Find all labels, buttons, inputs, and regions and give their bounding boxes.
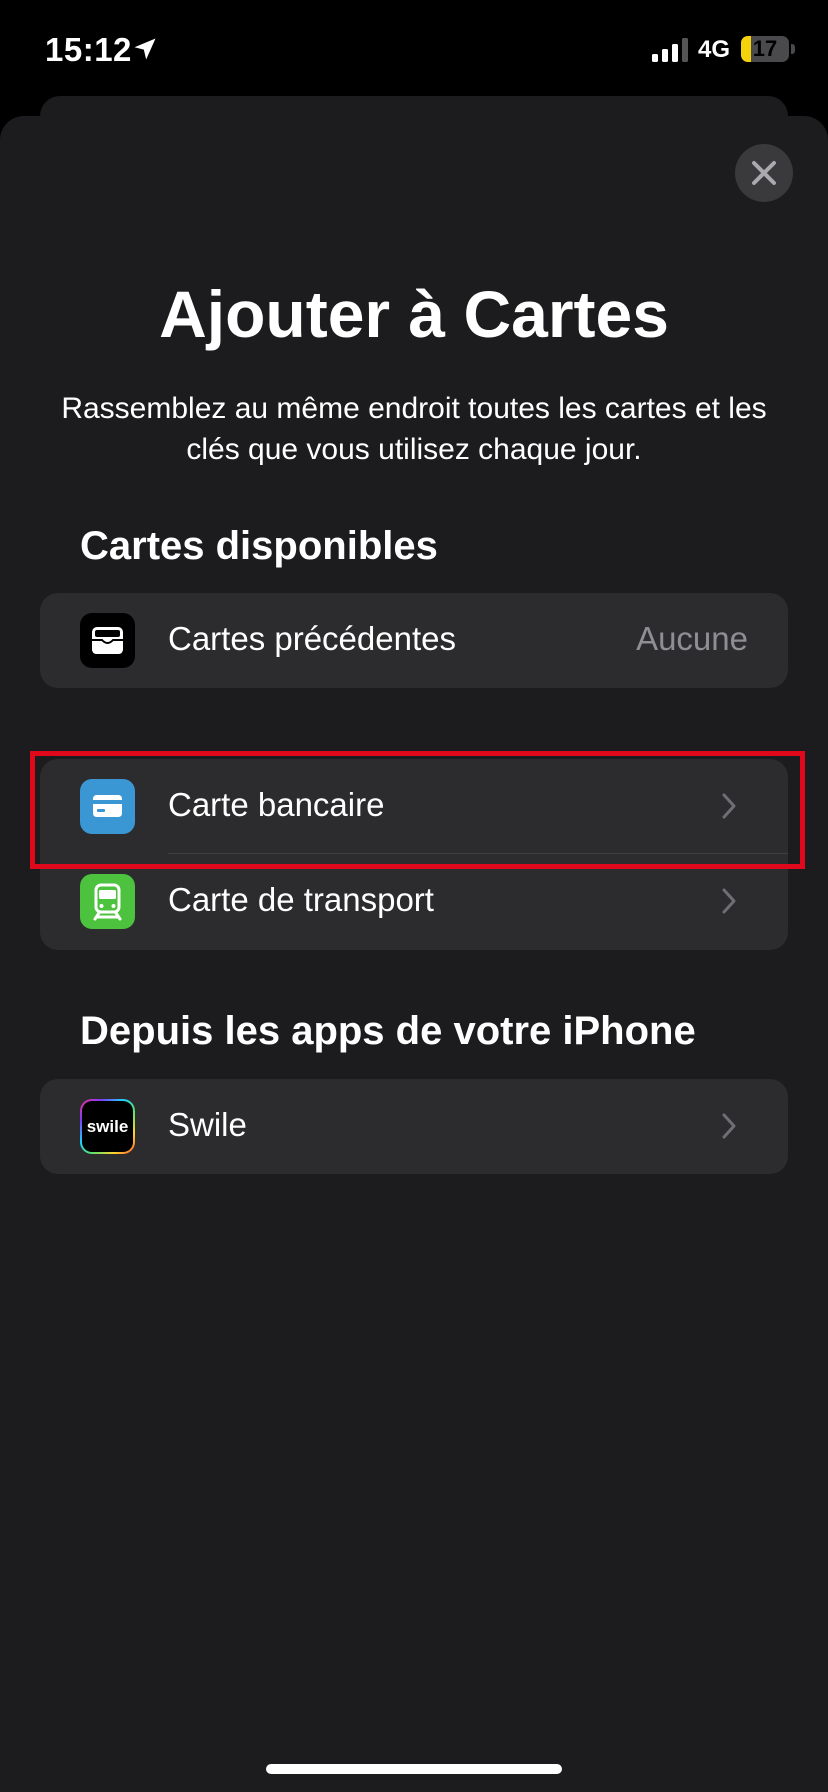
add-to-wallet-sheet bbox=[0, 116, 828, 1792]
swile-row[interactable]: swile Swile bbox=[40, 1079, 788, 1174]
train-icon bbox=[80, 874, 135, 929]
swile-logo-text: swile bbox=[82, 1101, 133, 1152]
wallet-icon bbox=[80, 613, 135, 668]
section-header-from-apps: Depuis les apps de votre iPhone bbox=[80, 1009, 696, 1053]
apps-group: swile Swile bbox=[40, 1079, 788, 1174]
previous-cards-row[interactable]: Cartes précédentes Aucune bbox=[40, 593, 788, 688]
screen: 15:12 4G 17 Ajouter à Cartes Rassemblez … bbox=[0, 0, 828, 1792]
battery-tip bbox=[791, 44, 795, 54]
chevron-right-icon bbox=[722, 888, 736, 914]
battery-icon: 17 bbox=[741, 36, 789, 62]
chevron-right-icon bbox=[722, 1113, 736, 1139]
section-header-available-cards: Cartes disponibles bbox=[80, 524, 438, 568]
highlight-box bbox=[30, 751, 805, 869]
close-button[interactable] bbox=[735, 144, 793, 202]
cellular-signal-icon bbox=[652, 38, 688, 62]
previous-cards-label: Cartes précédentes bbox=[168, 620, 456, 657]
previous-cards-value: Aucune bbox=[636, 620, 748, 657]
close-icon bbox=[752, 161, 776, 185]
page-subtitle: Rassemblez au même endroit toutes les ca… bbox=[61, 392, 767, 466]
network-type: 4G bbox=[698, 36, 731, 63]
home-indicator[interactable] bbox=[266, 1764, 562, 1774]
page-title: Ajouter à Cartes bbox=[159, 277, 669, 351]
previous-cards-group: Cartes précédentes Aucune bbox=[40, 593, 788, 688]
status-time: 15:12 bbox=[45, 31, 132, 68]
location-arrow-icon bbox=[134, 38, 156, 60]
swile-app-icon: swile bbox=[80, 1099, 135, 1154]
swile-label: Swile bbox=[168, 1106, 247, 1143]
transit-card-label: Carte de transport bbox=[168, 881, 434, 918]
battery-level: 17 bbox=[752, 36, 778, 61]
status-bar: 15:12 4G 17 bbox=[0, 0, 828, 100]
